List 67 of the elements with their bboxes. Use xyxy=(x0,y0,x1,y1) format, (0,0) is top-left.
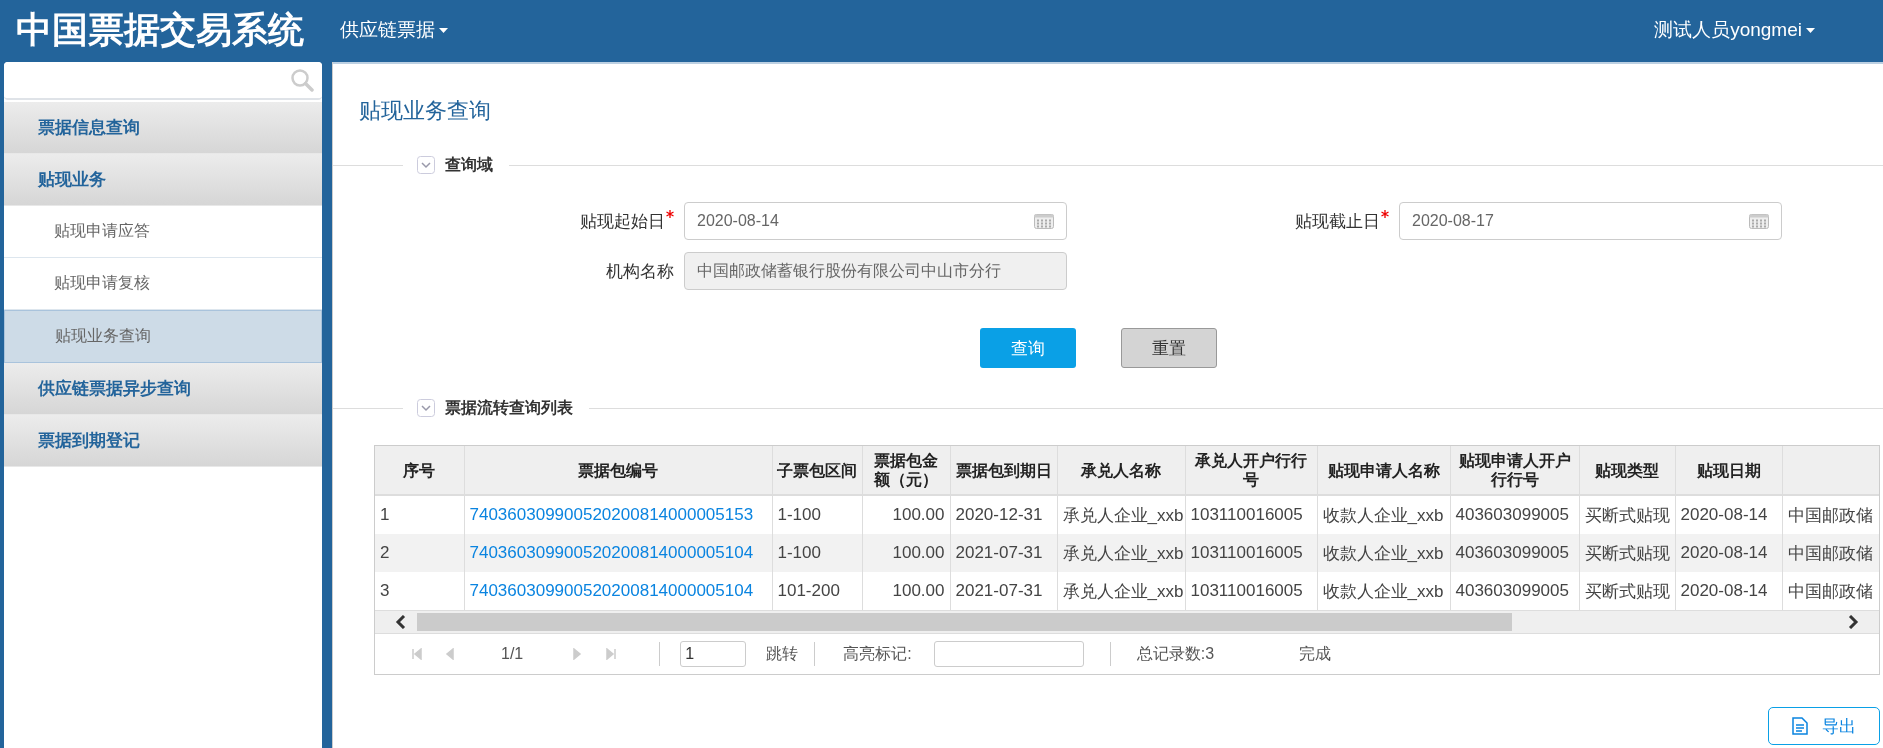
sidebar-item[interactable]: 贴现业务查询 xyxy=(4,310,322,363)
date-field[interactable]: 2020-08-17 xyxy=(1399,202,1782,240)
column-header: 贴现申请人开户行行号 xyxy=(1450,446,1579,495)
column-header: 贴现类型 xyxy=(1579,446,1675,495)
table-cell: 100.00 xyxy=(862,534,950,572)
highlight-label: 高亮标记: xyxy=(843,643,912,664)
page-indicator: 1/1 xyxy=(501,645,524,663)
sidebar-group[interactable]: 票据信息查询 xyxy=(4,102,322,154)
calendar-icon[interactable] xyxy=(1749,213,1769,229)
column-header: 承兑人开户行行号 xyxy=(1185,446,1317,495)
scroll-right-icon[interactable] xyxy=(1847,615,1859,629)
table-cell: 中国邮政储 xyxy=(1782,534,1879,572)
column-header: 票据包金额（元） xyxy=(862,446,950,495)
package-link[interactable]: 740360309900520200814000005153 xyxy=(469,505,754,524)
table-cell: 承兑人企业_xxb xyxy=(1057,534,1185,572)
search-field[interactable] xyxy=(4,62,322,100)
table-cell: 103110016005 xyxy=(1185,534,1317,572)
app-title: 中国票据交易系统 xyxy=(16,7,304,52)
package-link[interactable]: 740360309900520200814000005104 xyxy=(469,581,754,600)
column-header: 序号 xyxy=(375,446,464,495)
previous-page-icon[interactable] xyxy=(445,648,457,660)
package-link[interactable]: 740360309900520200814000005104 xyxy=(469,543,754,562)
sidebar-group[interactable]: 贴现业务 xyxy=(4,154,322,206)
export-button[interactable]: 导出 xyxy=(1768,707,1880,745)
jump-button[interactable]: 跳转 xyxy=(766,643,799,665)
section-title: 查询域 xyxy=(445,154,493,175)
first-page-icon[interactable] xyxy=(411,648,423,660)
column-header: 票据包编号 xyxy=(464,446,772,495)
section-title: 票据流转查询列表 xyxy=(445,397,573,418)
caret-icon xyxy=(439,27,448,33)
page-input[interactable]: 1 xyxy=(680,641,747,667)
search-icon xyxy=(290,68,314,92)
next-page-icon[interactable] xyxy=(571,648,584,660)
date-field[interactable]: 2020-08-14 xyxy=(684,202,1067,240)
page-title: 贴现业务查询 xyxy=(359,98,491,123)
field-label: 机构名称 xyxy=(606,260,674,283)
menu-dropdown[interactable]: 供应链票据 xyxy=(340,17,448,43)
table-cell: 2021-07-31 xyxy=(950,534,1057,572)
column-header: 贴现日期 xyxy=(1675,446,1782,495)
column-header: 子票包区间 xyxy=(772,446,862,495)
search-button[interactable]: 查询 xyxy=(979,328,1076,368)
column-header: 承兑人名称 xyxy=(1057,446,1185,495)
status-text: 完成 xyxy=(1299,643,1332,664)
sidebar-group[interactable]: 供应链票据异步查询 xyxy=(4,363,322,415)
table-cell: 买断式贴现 xyxy=(1579,534,1675,572)
scroll-left-icon[interactable] xyxy=(395,615,407,629)
table-cell: 403603099005 xyxy=(1450,534,1579,572)
highlight-input[interactable] xyxy=(933,641,1084,667)
sidebar-group[interactable]: 票据到期登记 xyxy=(4,415,322,467)
column-header: 票据包到期日 xyxy=(950,446,1057,495)
column-header: 贴现申请人名称 xyxy=(1317,446,1450,495)
last-page-icon[interactable] xyxy=(605,648,618,660)
reset-button[interactable]: 重置 xyxy=(1120,328,1217,368)
field-label: 贴现截止日 xyxy=(1295,210,1380,233)
user-dropdown[interactable]: 测试人员yongmei xyxy=(1654,17,1815,43)
table-cell: 2 xyxy=(375,534,464,572)
chevron-icon[interactable] xyxy=(417,156,435,174)
table-cell: 2020-08-14 xyxy=(1675,534,1782,572)
document-icon xyxy=(1792,717,1808,735)
chevron-icon[interactable] xyxy=(417,399,435,417)
caret-icon xyxy=(1806,27,1815,33)
table-cell: 收款人企业_xxb xyxy=(1317,534,1450,572)
horizontal-scrollbar[interactable] xyxy=(375,610,1879,633)
total-count: 总记录数:3 xyxy=(1136,643,1215,664)
field-label: 贴现起始日 xyxy=(580,210,665,233)
table-cell: 1-100 xyxy=(772,534,862,572)
calendar-icon[interactable] xyxy=(1034,213,1054,229)
